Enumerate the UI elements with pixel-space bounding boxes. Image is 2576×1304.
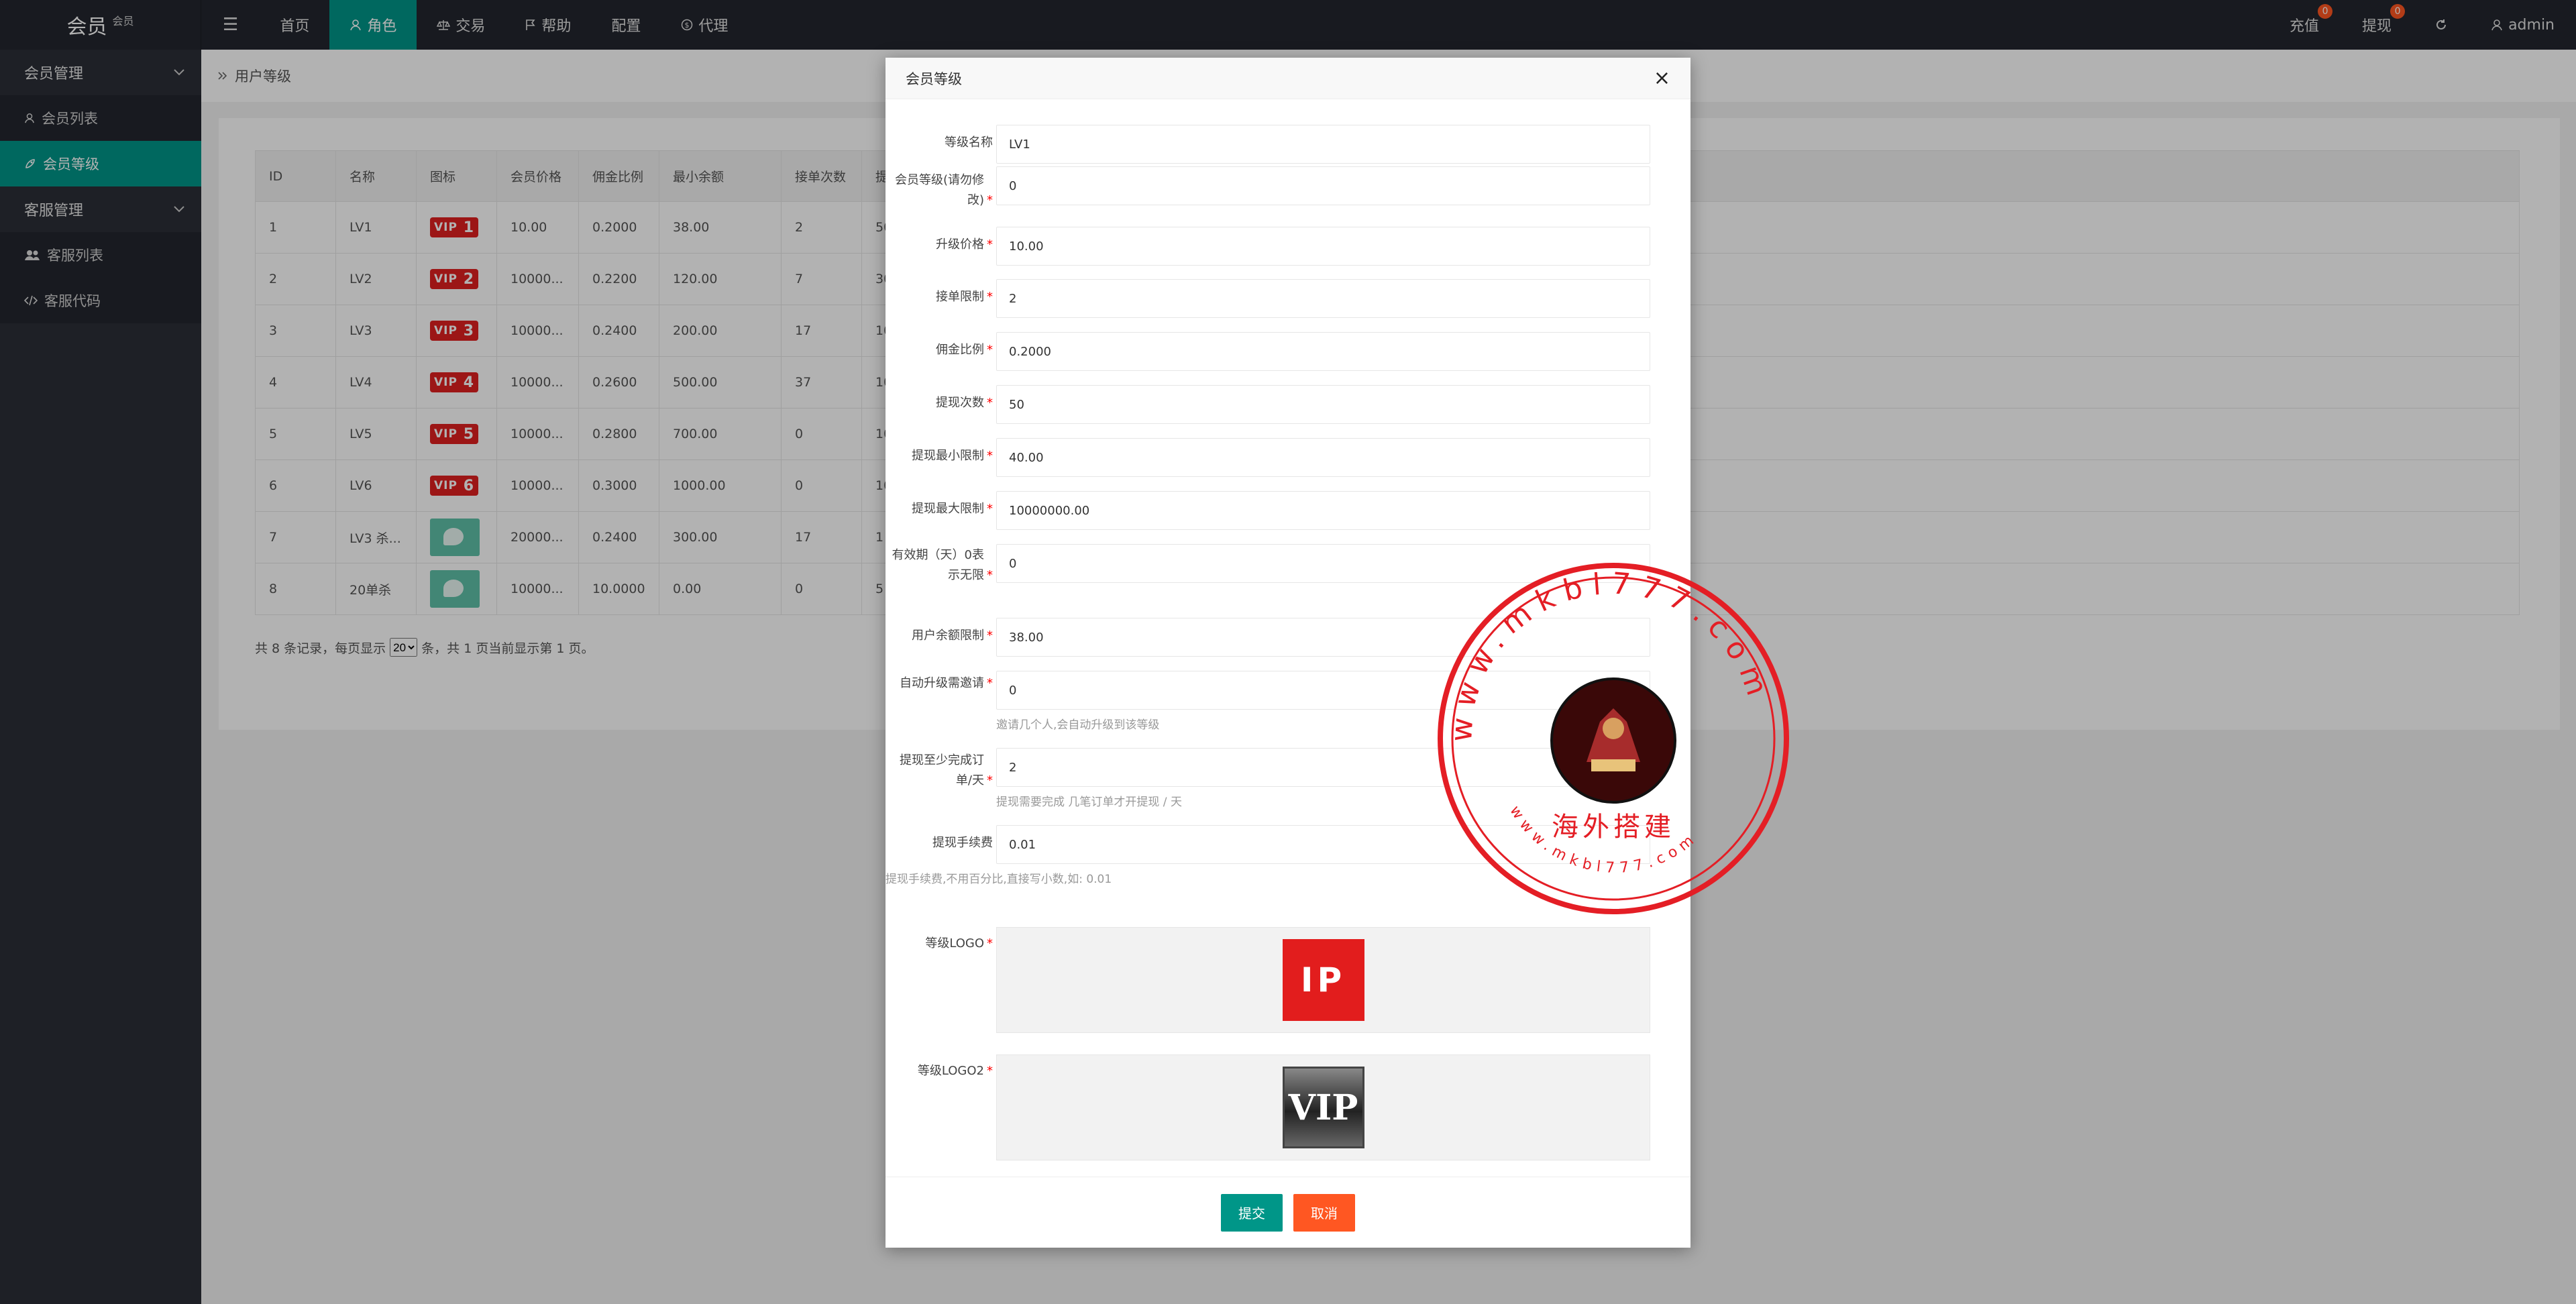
watermark-stamp: www.mkbl777.com www.mkbl777.com 海外搭建	[1438, 563, 1789, 914]
required-mark: *	[987, 936, 993, 950]
form-input[interactable]: 0.2000	[996, 332, 1650, 371]
required-mark: *	[987, 449, 993, 463]
required-mark: *	[987, 676, 993, 690]
form-label: 提现手续费	[885, 833, 993, 853]
required-mark: *	[987, 290, 993, 304]
form-label: 自动升级需邀请 *	[885, 673, 993, 694]
form-input[interactable]: 10000000.00	[996, 491, 1650, 530]
form-hint: 邀请几个人,会自动升级到该等级	[996, 718, 1160, 732]
form-label-text: 升级价格	[936, 237, 984, 252]
form-input[interactable]: 2	[996, 279, 1650, 318]
modal-header: 会员等级 ×	[885, 58, 1690, 99]
form-hint: 提现手续费,不用百分比,直接写小数,如: 0.01	[885, 873, 1112, 886]
required-mark: *	[987, 396, 993, 410]
form-hint: 提现需要完成 几笔订单才开提现 / 天	[996, 796, 1182, 809]
form-input[interactable]: 0	[996, 166, 1650, 205]
form-label-text: 提现至少完成订单/天	[900, 753, 984, 787]
form-label: 提现次数 *	[885, 393, 993, 413]
form-label: 提现最小限制 *	[885, 446, 993, 466]
form-input[interactable]: LV1	[996, 125, 1650, 164]
stamp-emblem	[1550, 677, 1676, 804]
level-logo-upload[interactable]: IP	[996, 927, 1650, 1033]
required-mark: *	[987, 237, 993, 252]
level-logo2-upload-text: VIP	[1288, 1087, 1358, 1128]
form-label-text: 等级LOGO	[925, 936, 984, 950]
form-label: 等级名称	[885, 133, 993, 153]
form-label-text: 提现次数	[936, 396, 984, 410]
form-label-text: 有效期（天）0表示无限	[892, 548, 984, 582]
required-mark: *	[987, 629, 993, 643]
required-mark: *	[987, 502, 993, 516]
stamp-center-text: 海外搭建	[1552, 812, 1675, 843]
form-label: 提现至少完成订单/天 *	[885, 751, 993, 791]
required-mark: *	[987, 193, 993, 207]
form-label-text: 佣金比例	[936, 343, 984, 357]
form-label: 升级价格 *	[885, 235, 993, 255]
form-label: 等级LOGO2 *	[885, 1061, 993, 1081]
form-label-text: 等级LOGO2	[917, 1064, 984, 1078]
form-label: 用户余额限制 *	[885, 626, 993, 646]
form-label: 会员等级(请勿修改) *	[885, 170, 993, 211]
required-mark: *	[987, 1064, 993, 1078]
form-label-text: 接单限制	[936, 290, 984, 304]
required-mark: *	[987, 343, 993, 357]
form-input[interactable]: 10.00	[996, 227, 1650, 266]
modal-title: 会员等级	[906, 70, 962, 87]
close-icon[interactable]: ×	[1654, 66, 1670, 90]
form-label: 佣金比例 *	[885, 340, 993, 360]
level-logo2-upload[interactable]: VIP	[996, 1054, 1650, 1160]
form-label-text: 会员等级(请勿修改)	[894, 173, 984, 207]
form-label-text: 提现最大限制	[912, 502, 984, 516]
form-label-text: 自动升级需邀请	[900, 676, 984, 690]
form-label-text: 用户余额限制	[912, 629, 984, 643]
cancel-button[interactable]: 取消	[1293, 1193, 1355, 1232]
form-input[interactable]: 40.00	[996, 438, 1650, 477]
form-label: 接单限制 *	[885, 287, 993, 307]
level-logo-upload-preview: IP	[1282, 939, 1364, 1021]
form-label: 等级LOGO *	[885, 934, 993, 954]
form-label-text: 提现最小限制	[912, 449, 984, 463]
form-label-text: 等级名称	[945, 135, 993, 150]
form-input[interactable]: 50	[996, 385, 1650, 424]
submit-button[interactable]: 提交	[1221, 1193, 1283, 1232]
level-logo-upload-text: IP	[1300, 961, 1346, 999]
modal-footer: 提交 取消	[885, 1177, 1690, 1248]
form-label-text: 提现手续费	[932, 836, 993, 850]
level-logo2-upload-preview: VIP	[1282, 1067, 1364, 1148]
form-label: 有效期（天）0表示无限 *	[885, 545, 993, 586]
required-mark: *	[987, 568, 993, 582]
form-label: 提现最大限制 *	[885, 499, 993, 519]
required-mark: *	[987, 773, 993, 787]
